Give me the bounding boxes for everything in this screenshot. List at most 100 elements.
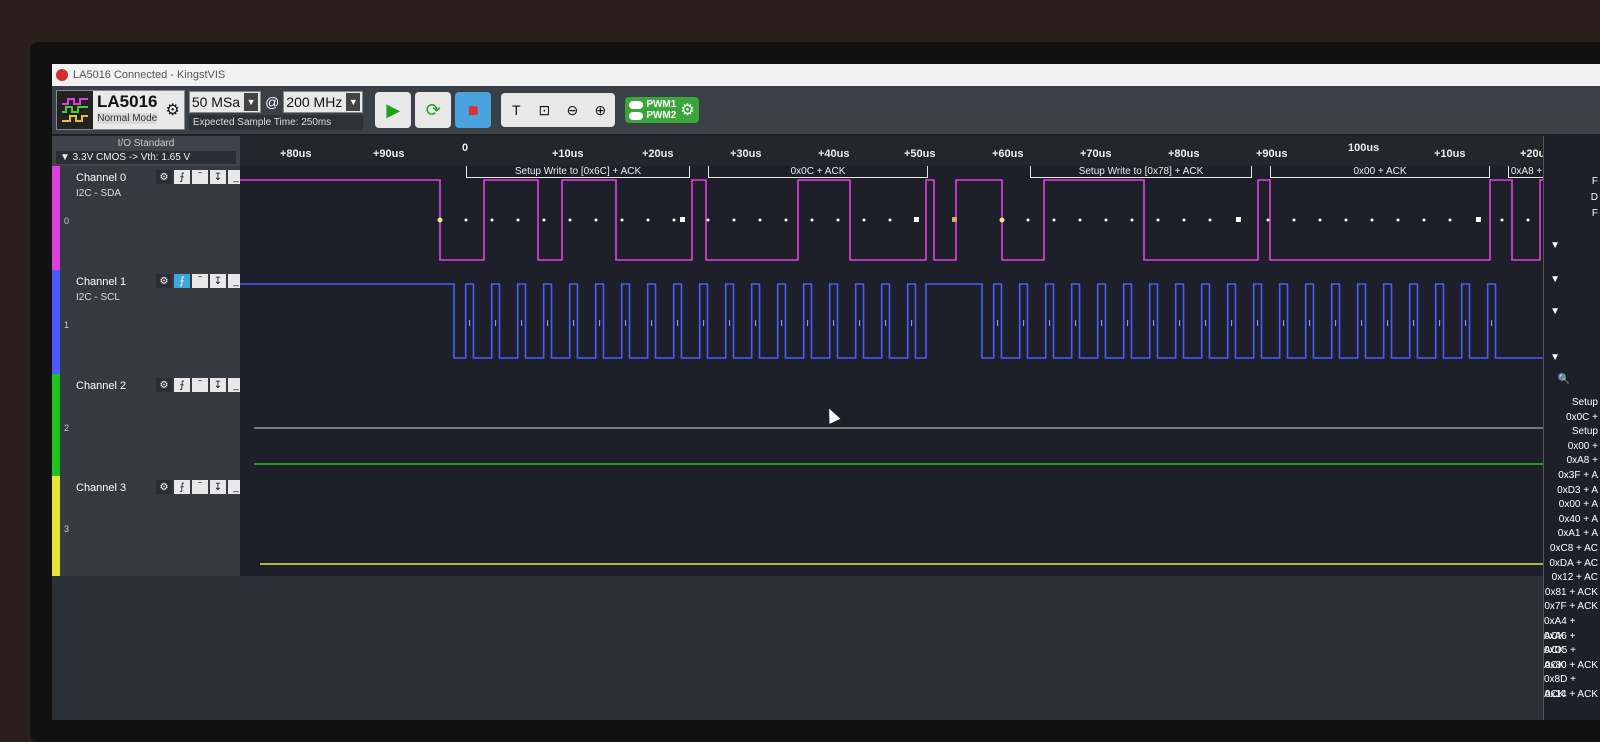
list-item[interactable]: 0x7F + ACK: [1544, 600, 1598, 615]
channel-number: 1: [64, 319, 70, 330]
list-item[interactable]: 0x0C +: [1566, 411, 1598, 426]
channel-name[interactable]: Channel 1: [76, 276, 126, 288]
falling-edge-trigger-icon[interactable]: ↧: [210, 480, 226, 494]
channel-name[interactable]: Channel 0: [76, 172, 126, 184]
channel-0-waveform[interactable]: Setup Write to [0x6C] + ACK 0x0C + ACK S…: [240, 166, 1600, 271]
list-item[interactable]: 0x81 + ACK: [1545, 586, 1598, 601]
pwm1-toggle[interactable]: PWM1: [629, 99, 676, 110]
rising-edge-trigger-icon[interactable]: ⨍: [174, 378, 190, 392]
channel-2-trace: [254, 427, 1600, 465]
search-icon[interactable]: 🔍: [1558, 374, 1570, 385]
channel-1-label-panel[interactable]: 1 Channel 1 I2C - SCL ⚙ ⨍ ‾ ↧ _: [52, 270, 244, 375]
device-settings-gear-icon[interactable]: ⚙: [161, 100, 183, 120]
protocol-frame[interactable]: 0x00 + ACK: [1270, 166, 1490, 178]
stop-button[interactable]: ■: [455, 92, 492, 128]
falling-edge-trigger-icon[interactable]: ↧: [210, 378, 226, 392]
list-item[interactable]: 0xA1 + A: [1558, 527, 1598, 542]
protocol-frame[interactable]: Setup Write to [0x6C] + ACK: [466, 166, 690, 178]
list-item[interactable]: 0xA8 +: [1567, 454, 1598, 469]
falling-edge-trigger-icon[interactable]: ↧: [210, 170, 226, 184]
empty-waveform-area: [52, 576, 1600, 720]
text-icon: T: [512, 102, 521, 118]
ruler-tick: +10us: [1434, 148, 1466, 160]
list-item[interactable]: 0xDA + AC: [1549, 557, 1598, 572]
list-item[interactable]: 0xA6 + ACK: [1544, 630, 1598, 657]
sample-rate-value: 200 MHz: [286, 93, 343, 110]
channel-gear-icon[interactable]: ⚙: [156, 378, 172, 392]
channel-3-waveform[interactable]: [240, 476, 1600, 577]
panel-letter: D: [1590, 192, 1598, 203]
list-item[interactable]: 0x8D + ACK: [1544, 673, 1598, 700]
list-item[interactable]: 0xD3 + A: [1557, 484, 1598, 499]
list-item[interactable]: 0x80 + ACK: [1545, 659, 1598, 674]
channel-2-waveform[interactable]: [240, 374, 1600, 477]
high-level-trigger-icon[interactable]: ‾: [192, 170, 208, 184]
list-item[interactable]: 0x00 +: [1568, 440, 1598, 455]
channel-3-label-panel[interactable]: 3 Channel 3 ⚙ ⨍ ‾ ↧ _: [52, 476, 244, 577]
expand-triangle-icon[interactable]: ▼: [1550, 274, 1560, 285]
start-button[interactable]: ▶: [375, 92, 412, 128]
protocol-frame[interactable]: Setup Write to [0x78] + ACK: [1030, 166, 1252, 178]
channel-0-row: 0 Channel 0 I2C - SDA ⚙ ⨍ ‾ ↧ _ Setup Wr…: [52, 166, 1600, 271]
zoom-fit-button[interactable]: ⊡: [531, 95, 557, 125]
app-window: LA5016 Connected - KingstVIS LA5016 Norm…: [52, 64, 1600, 720]
io-standard-title: I/O Standard: [117, 138, 175, 149]
list-item[interactable]: 0xC8 + AC: [1550, 542, 1598, 557]
sample-depth-select[interactable]: 50 MSa ▼: [188, 90, 262, 113]
channel-2-label-panel[interactable]: 2 Channel 2 ⚙ ⨍ ‾ ↧ _: [52, 374, 244, 477]
channel-name[interactable]: Channel 3: [76, 482, 126, 494]
sample-rate-select[interactable]: 200 MHz ▼: [283, 90, 364, 113]
high-level-trigger-icon[interactable]: ‾: [192, 480, 208, 494]
list-item[interactable]: Setup: [1572, 425, 1598, 440]
expand-triangle-icon[interactable]: ▼: [1550, 352, 1560, 363]
device-name: LA5016: [97, 92, 158, 111]
list-item[interactable]: 0x00 + A: [1559, 498, 1598, 513]
protocol-frame[interactable]: 0x0C + ACK: [708, 166, 928, 178]
channel-name[interactable]: Channel 2: [76, 380, 126, 392]
zoom-out-icon: ⊖: [566, 101, 579, 118]
pwm2-toggle[interactable]: PWM2: [629, 110, 676, 121]
high-level-trigger-icon[interactable]: ‾: [192, 378, 208, 392]
high-level-trigger-icon[interactable]: ‾: [192, 274, 208, 288]
expand-triangle-icon[interactable]: ▼: [1550, 306, 1560, 317]
channel-gear-icon[interactable]: ⚙: [156, 274, 172, 288]
list-item[interactable]: 0xA4 + ACK: [1544, 615, 1598, 642]
io-standard-select[interactable]: ▼ 3.3V CMOS -> Vth: 1.65 V: [56, 151, 236, 164]
workspace: I/O Standard ▼ 3.3V CMOS -> Vth: 1.65 V …: [52, 136, 1600, 720]
channel-1-waveform[interactable]: [240, 270, 1600, 375]
rising-edge-trigger-icon[interactable]: ⨍: [174, 170, 190, 184]
rising-edge-trigger-icon[interactable]: ⨍: [174, 274, 190, 288]
device-panel: LA5016 Normal Mode ⚙: [56, 90, 185, 130]
expected-sample-time: Expected Sample Time: 250ms: [188, 114, 364, 130]
ruler-tick: +80us: [280, 148, 312, 160]
list-item[interactable]: Setup: [1572, 396, 1598, 411]
list-item[interactable]: 0xD5 + ACK: [1544, 644, 1598, 671]
time-ruler[interactable]: +80us +90us 0 +10us +20us +30us +40us +5…: [240, 136, 1600, 166]
view-tools: T ⊡ ⊖ ⊕: [501, 93, 616, 127]
channel-0-label-panel[interactable]: 0 Channel 0 I2C - SDA ⚙ ⨍ ‾ ↧ _: [52, 166, 244, 271]
falling-edge-trigger-icon[interactable]: ↧: [210, 274, 226, 288]
toggle-icon: [629, 111, 644, 120]
zoom-out-button[interactable]: ⊖: [559, 95, 585, 125]
device-mode[interactable]: Normal Mode: [97, 113, 158, 124]
loop-start-button[interactable]: ⟳: [415, 92, 452, 128]
text-tool-button[interactable]: T: [503, 95, 529, 125]
channel-analyzer-label: I2C - SCL: [76, 292, 120, 303]
rising-edge-trigger-icon[interactable]: ⨍: [174, 480, 190, 494]
pwm-panel: PWM1 PWM2 ⚙: [625, 97, 699, 123]
panel-letter: F: [1591, 208, 1598, 219]
list-item[interactable]: 0x12 + AC: [1552, 571, 1598, 586]
ruler-tick: +40us: [818, 148, 850, 160]
zoom-in-button[interactable]: ⊕: [587, 95, 613, 125]
list-item[interactable]: 0x40 + A: [1559, 513, 1598, 528]
pwm-settings-gear-icon[interactable]: ⚙: [680, 100, 694, 120]
channel-color-bar: [52, 374, 60, 476]
expand-triangle-icon[interactable]: ▼: [1550, 240, 1560, 251]
sample-depth-value: 50 MSa: [191, 93, 241, 110]
list-item[interactable]: 0x3F + A: [1558, 469, 1598, 484]
channel-gear-icon[interactable]: ⚙: [156, 170, 172, 184]
list-item[interactable]: 0x14 + ACK: [1545, 688, 1598, 703]
waveform-logo-icon: [57, 91, 93, 129]
channel-gear-icon[interactable]: ⚙: [156, 480, 172, 494]
scl-trace: [240, 283, 1600, 359]
